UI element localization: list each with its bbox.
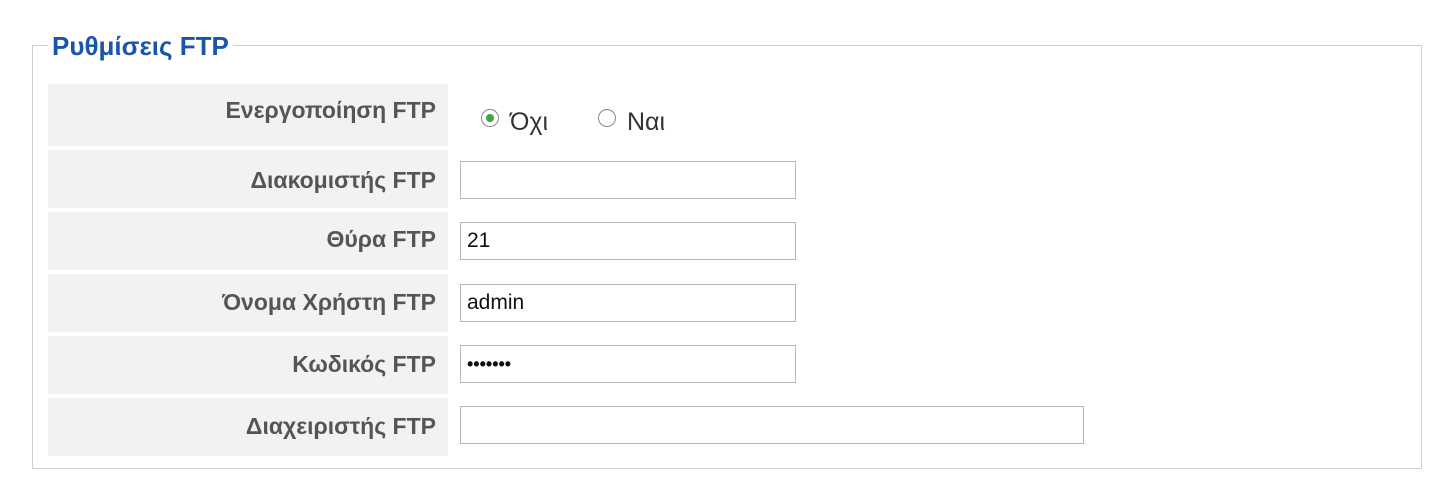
ftp-enable-yes-label[interactable]: Ναι (627, 107, 665, 137)
ftp-enable-no-label[interactable]: Όχι (510, 107, 548, 137)
ftp-username-input[interactable]: admin (460, 284, 796, 322)
ftp-enable-no-radio[interactable] (481, 109, 499, 127)
ftp-enable-yes-radio[interactable] (598, 109, 616, 127)
radio-selected-dot (486, 114, 494, 122)
ftp-server-label: Διακομιστής FTP (48, 150, 448, 208)
ftp-port-input[interactable]: 21 (460, 222, 796, 260)
ftp-password-label: Κωδικός FTP (48, 336, 448, 394)
ftp-username-label: Όνομα Χρήστη FTP (48, 274, 448, 332)
section-title: Ρυθμίσεις FTP (48, 30, 233, 62)
ftp-manager-input[interactable] (460, 406, 1084, 444)
ftp-manager-label: Διαχειριστής FTP (48, 398, 448, 456)
ftp-port-label: Θύρα FTP (48, 212, 448, 270)
ftp-password-input[interactable]: ••••••• (460, 345, 796, 383)
ftp-enable-label: Ενεργοποίηση FTP (48, 84, 448, 146)
ftp-server-input[interactable] (460, 161, 796, 199)
